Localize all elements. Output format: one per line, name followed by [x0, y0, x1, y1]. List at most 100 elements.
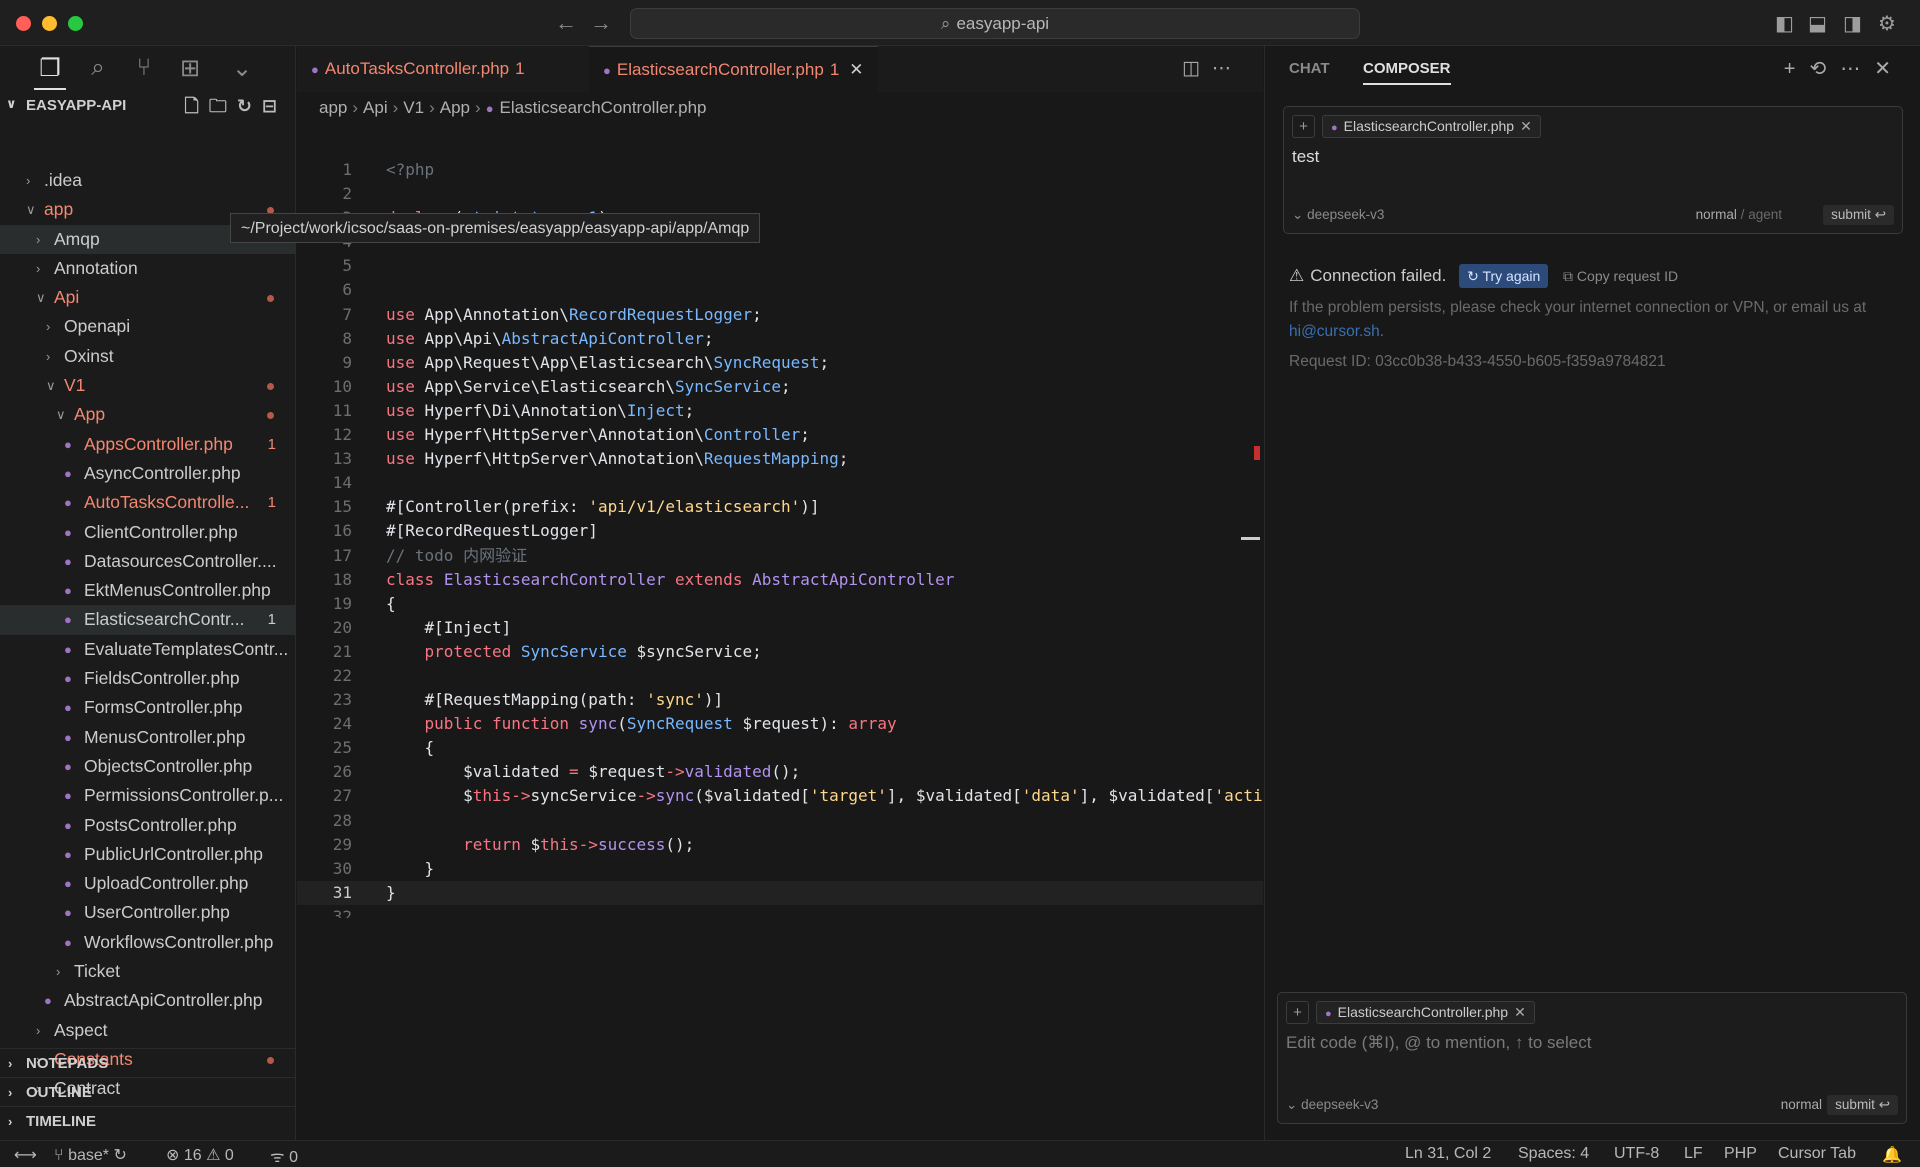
composer-message[interactable]: + ● ElasticsearchController.php ✕ test ⌄ d… [1283, 106, 1903, 234]
tree-file[interactable]: ● MenusController.php [0, 723, 296, 752]
code-line[interactable]: 8 use App\Api\AbstractApiController; [297, 327, 1263, 351]
encoding[interactable]: UTF-8 [1614, 1145, 1659, 1163]
code-line[interactable]: 30 } [297, 857, 1263, 881]
model-selector[interactable]: ⌄ deepseek-v3 [1286, 1097, 1378, 1113]
code-line[interactable]: 11 use Hyperf\Di\Annotation\Inject; [297, 399, 1263, 423]
submit-button[interactable]: submit ↩ [1827, 1095, 1898, 1115]
tab-elasticsearchcontroller[interactable]: ● ElasticsearchController.php 1 ✕ [589, 46, 878, 92]
copy-request-id-button[interactable]: ⧉ Copy request ID [1563, 268, 1678, 285]
tree-file[interactable]: ● ObjectsController.php [0, 752, 296, 781]
tree-file[interactable]: ● UploadController.php [0, 869, 296, 898]
code-line[interactable]: 6 [297, 278, 1263, 302]
minimize-window-button[interactable] [42, 16, 57, 31]
tree-file[interactable]: ● PermissionsController.p... [0, 781, 296, 810]
tree-file[interactable]: ● UserController.php [0, 898, 296, 927]
composer-placeholder[interactable]: Edit code (⌘I), @ to mention, ↑ to selec… [1286, 1033, 1591, 1053]
toggle-panel-icon[interactable]: ⬓ [1808, 11, 1827, 36]
code-line[interactable]: 19 { [297, 592, 1263, 616]
code-line[interactable]: 10 use App\Service\Elasticsearch\SyncServ… [297, 375, 1263, 399]
code-line[interactable]: 2 [297, 182, 1263, 206]
notepads-section[interactable]: › NOTEPADS [0, 1048, 296, 1077]
code-line[interactable]: 24 public function sync(SyncRequest $req… [297, 712, 1263, 736]
try-again-button[interactable]: ↻ Try again [1459, 264, 1549, 288]
tree-file[interactable]: ● EvaluateTemplatesContr... [0, 635, 296, 664]
tree-file[interactable]: ● FormsController.php [0, 693, 296, 722]
problems-status[interactable]: ⊗ 16 ⚠ 0 [166, 1145, 234, 1165]
tree-file[interactable]: ● FieldsController.php [0, 664, 296, 693]
code-line[interactable]: 32 [297, 905, 1263, 918]
submit-button[interactable]: submit ↩ [1823, 205, 1894, 225]
breadcrumb-item[interactable]: Api [363, 98, 388, 117]
code-line[interactable]: 28 [297, 809, 1263, 833]
breadcrumb-item[interactable]: app [319, 98, 347, 117]
new-file-icon[interactable]: 🗋 [184, 96, 208, 116]
tree-file[interactable]: ● AsyncController.php [0, 459, 296, 488]
tree-folder[interactable]: ∨ Api [0, 283, 296, 312]
source-control-icon[interactable]: ⑂ [128, 54, 160, 82]
context-file-chip[interactable]: ● ElasticsearchController.php ✕ [1316, 1001, 1535, 1024]
breadcrumb-item[interactable]: App [440, 98, 470, 117]
remote-icon[interactable]: ⟷ [14, 1145, 37, 1165]
code-line[interactable]: 15 #[Controller(prefix: 'api/v1/elasticse… [297, 495, 1263, 519]
close-icon[interactable]: ✕ [1874, 58, 1905, 80]
tree-file[interactable]: ● AppsController.php 1 [0, 430, 296, 459]
scroll-thumb[interactable] [1241, 537, 1260, 540]
tree-folder[interactable]: › Openapi [0, 312, 296, 341]
code-line[interactable]: 14 [297, 471, 1263, 495]
search-icon[interactable]: ⌕ [82, 54, 114, 82]
code-line[interactable]: 13 use Hyperf\HttpServer\Annotation\Reque… [297, 447, 1263, 471]
code-line[interactable]: 12 use Hyperf\HttpServer\Annotation\Contr… [297, 423, 1263, 447]
tree-folder[interactable]: › Ticket [0, 957, 296, 986]
toggle-primary-sidebar-icon[interactable]: ◧ [1775, 11, 1794, 36]
forward-arrow-icon[interactable]: → [590, 10, 612, 36]
tree-file[interactable]: ● PublicUrlController.php [0, 840, 296, 869]
gear-icon[interactable]: ⚙ [1878, 11, 1896, 36]
ports-status[interactable]: ᯤ 0 [270, 1145, 298, 1167]
tree-folder[interactable]: › Aspect [0, 1016, 296, 1045]
tree-file[interactable]: ● ElasticsearchContr... 1 [0, 605, 296, 635]
tree-folder[interactable]: › .idea [0, 166, 296, 195]
code-line[interactable]: 16 #[RecordRequestLogger] [297, 519, 1263, 543]
extensions-icon[interactable]: ⊞ [174, 54, 206, 83]
code-line[interactable]: 31} [297, 880, 1263, 905]
new-folder-icon[interactable]: 🗀 [209, 96, 237, 116]
timeline-section[interactable]: › TIMELINE [0, 1106, 296, 1135]
breadcrumb-item[interactable]: ElasticsearchController.php [500, 98, 707, 117]
code-line[interactable]: 27 $this->syncService->sync($validated['… [297, 784, 1263, 808]
history-icon[interactable]: ⟲ [1809, 58, 1840, 80]
code-line[interactable]: 5 [297, 254, 1263, 278]
explorer-header[interactable]: ∨ EASYAPP-API 🗋🗀↻⊟ [0, 92, 295, 120]
bell-icon[interactable]: 🔔 [1882, 1145, 1902, 1165]
code-line[interactable]: 29 return $this->success(); [297, 833, 1263, 857]
indentation[interactable]: Spaces: 4 [1518, 1145, 1589, 1163]
tree-folder[interactable]: ∨ App [0, 400, 296, 429]
cursor-tab[interactable]: Cursor Tab [1778, 1145, 1856, 1163]
code-line[interactable]: 7 use App\Annotation\RecordRequestLogger; [297, 303, 1263, 327]
more-actions-icon[interactable]: ⋯ [1212, 58, 1243, 79]
toggle-secondary-sidebar-icon[interactable]: ◨ [1843, 11, 1862, 36]
breadcrumb-item[interactable]: V1 [403, 98, 424, 117]
chevron-down-icon[interactable]: ⌄ [226, 54, 258, 83]
more-actions-icon[interactable]: ⋯ [1840, 58, 1874, 80]
tree-folder[interactable]: › Oxinst [0, 342, 296, 371]
tree-folder[interactable]: ∨ V1 [0, 371, 296, 400]
mode-selector[interactable]: normal / agent [1696, 207, 1782, 222]
context-file-chip[interactable]: ● ElasticsearchController.php ✕ [1322, 115, 1541, 138]
tree-file[interactable]: ● AutoTasksControlle... 1 [0, 488, 296, 517]
close-icon[interactable]: ✕ [1514, 1004, 1526, 1020]
back-arrow-icon[interactable]: ← [555, 10, 577, 36]
tab-autotaskscontroller[interactable]: ● AutoTasksController.php 1 [297, 46, 539, 92]
split-editor-icon[interactable]: ◫ [1182, 58, 1212, 79]
composer-input[interactable]: + ● ElasticsearchController.php ✕ Edit cod… [1277, 992, 1907, 1124]
code-editor[interactable]: 1<?php23declare(strict_types=1);4567use … [297, 158, 1263, 918]
zoom-window-button[interactable] [68, 16, 83, 31]
end-of-line[interactable]: LF [1684, 1145, 1703, 1163]
tree-folder[interactable]: › Annotation [0, 254, 296, 283]
tree-file[interactable]: ● DatasourcesController.... [0, 547, 296, 576]
code-line[interactable]: 23 #[RequestMapping(path: 'sync')] [297, 688, 1263, 712]
tree-file[interactable]: ● ClientController.php [0, 518, 296, 547]
code-line[interactable]: 20 #[Inject] [297, 616, 1263, 640]
code-line[interactable]: 25 { [297, 736, 1263, 760]
close-icon[interactable]: ✕ [1520, 118, 1532, 134]
tab-chat[interactable]: CHAT [1289, 60, 1330, 77]
